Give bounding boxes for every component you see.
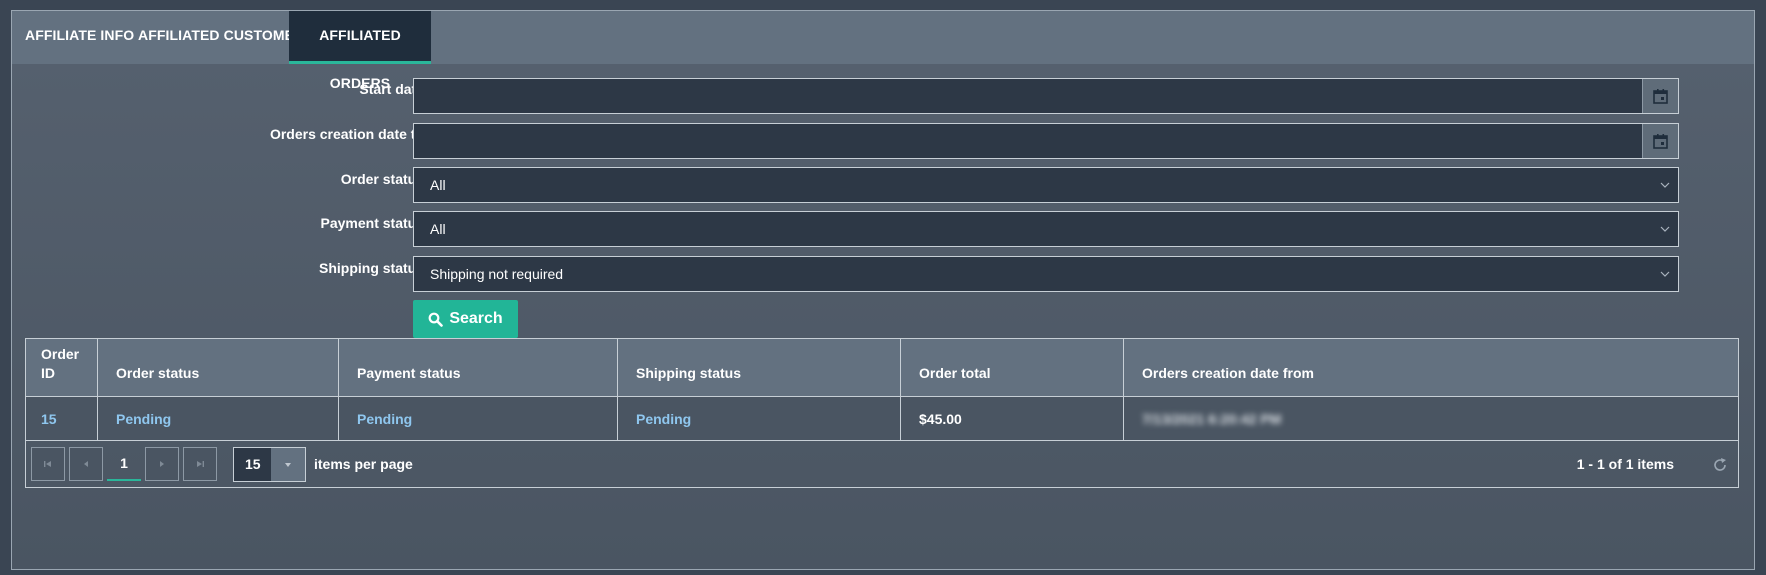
grid-header: Order ID Order status Payment status Shi…	[26, 339, 1738, 397]
affiliate-orders-panel: AFFILIATE INFO AFFILIATED CUSTOMERS AFFI…	[11, 10, 1755, 570]
orders-grid: Order ID Order status Payment status Shi…	[25, 338, 1739, 488]
tab-bar: AFFILIATE INFO AFFILIATED CUSTOMERS AFFI…	[12, 11, 1754, 91]
column-header-payment-status[interactable]: Payment status	[339, 339, 618, 396]
column-header-order-id[interactable]: Order ID	[26, 339, 98, 396]
search-button-label: Search	[449, 310, 503, 327]
caret-down-icon	[285, 462, 291, 467]
start-date-field[interactable]	[413, 78, 1679, 114]
end-date-calendar-button[interactable]	[1642, 124, 1678, 158]
first-page-button[interactable]	[31, 447, 65, 481]
page-size-select[interactable]: 15	[233, 447, 306, 482]
column-header-created[interactable]: Orders creation date from	[1124, 339, 1738, 396]
created-date-cell: 7/13/2021 6:20:42 PM	[1124, 397, 1738, 440]
table-row[interactable]: 15 Pending Pending Pending $45.00 7/13/2…	[26, 397, 1738, 441]
next-page-button[interactable]	[145, 447, 179, 481]
page-size-value: 15	[245, 456, 261, 472]
last-page-icon	[197, 461, 204, 467]
chevron-down-icon	[1660, 271, 1670, 277]
column-header-shipping-status[interactable]: Shipping status	[618, 339, 901, 396]
refresh-icon[interactable]	[1711, 456, 1729, 474]
items-per-page-label: items per page	[314, 456, 413, 472]
chevron-down-icon	[1660, 226, 1670, 232]
tab-affiliated-orders[interactable]: AFFILIATED ORDERS	[289, 11, 431, 91]
calendar-icon	[1653, 88, 1668, 104]
search-button[interactable]: Search	[413, 300, 518, 338]
order-status-select[interactable]: All	[413, 167, 1679, 203]
column-header-order-total[interactable]: Order total	[901, 339, 1124, 396]
chevron-down-icon	[1660, 182, 1670, 188]
shipping-status-select[interactable]: Shipping not required	[413, 256, 1679, 292]
shipping-status-label: Shipping status	[319, 260, 424, 276]
order-status-cell[interactable]: Pending	[98, 397, 339, 440]
page-number-current[interactable]: 1	[107, 447, 141, 481]
tab-affiliated-customers[interactable]: AFFILIATED CUSTOMERS	[138, 11, 314, 64]
end-date-label: Orders creation date to	[269, 126, 424, 142]
created-date-value: 7/13/2021 6:20:42 PM	[1142, 410, 1282, 427]
order-status-value: All	[430, 177, 446, 193]
grid-pager: 1 15 items per page 1 - 1 of 1 items	[26, 441, 1738, 487]
start-date-calendar-button[interactable]	[1642, 79, 1678, 113]
column-header-order-status[interactable]: Order status	[98, 339, 339, 396]
payment-status-cell[interactable]: Pending	[339, 397, 618, 440]
search-icon	[428, 312, 444, 327]
prev-page-icon	[84, 461, 88, 467]
shipping-status-value: Shipping not required	[430, 266, 564, 282]
order-status-label: Order status	[340, 171, 424, 187]
tab-affiliate-info[interactable]: AFFILIATE INFO	[25, 11, 134, 64]
payment-status-label: Payment status	[320, 215, 424, 231]
prev-page-button[interactable]	[69, 447, 103, 481]
order-total-cell: $45.00	[901, 397, 1124, 440]
pager-info: 1 - 1 of 1 items	[1576, 456, 1674, 472]
payment-status-value: All	[430, 221, 446, 237]
payment-status-select[interactable]: All	[413, 211, 1679, 247]
next-page-icon	[160, 461, 164, 467]
page-size-dropdown-button[interactable]	[271, 448, 305, 481]
shipping-status-cell[interactable]: Pending	[618, 397, 901, 440]
calendar-icon	[1653, 133, 1668, 149]
order-id-link[interactable]: 15	[26, 397, 98, 440]
first-page-icon	[44, 461, 51, 467]
end-date-field[interactable]	[413, 123, 1679, 159]
last-page-button[interactable]	[183, 447, 217, 481]
